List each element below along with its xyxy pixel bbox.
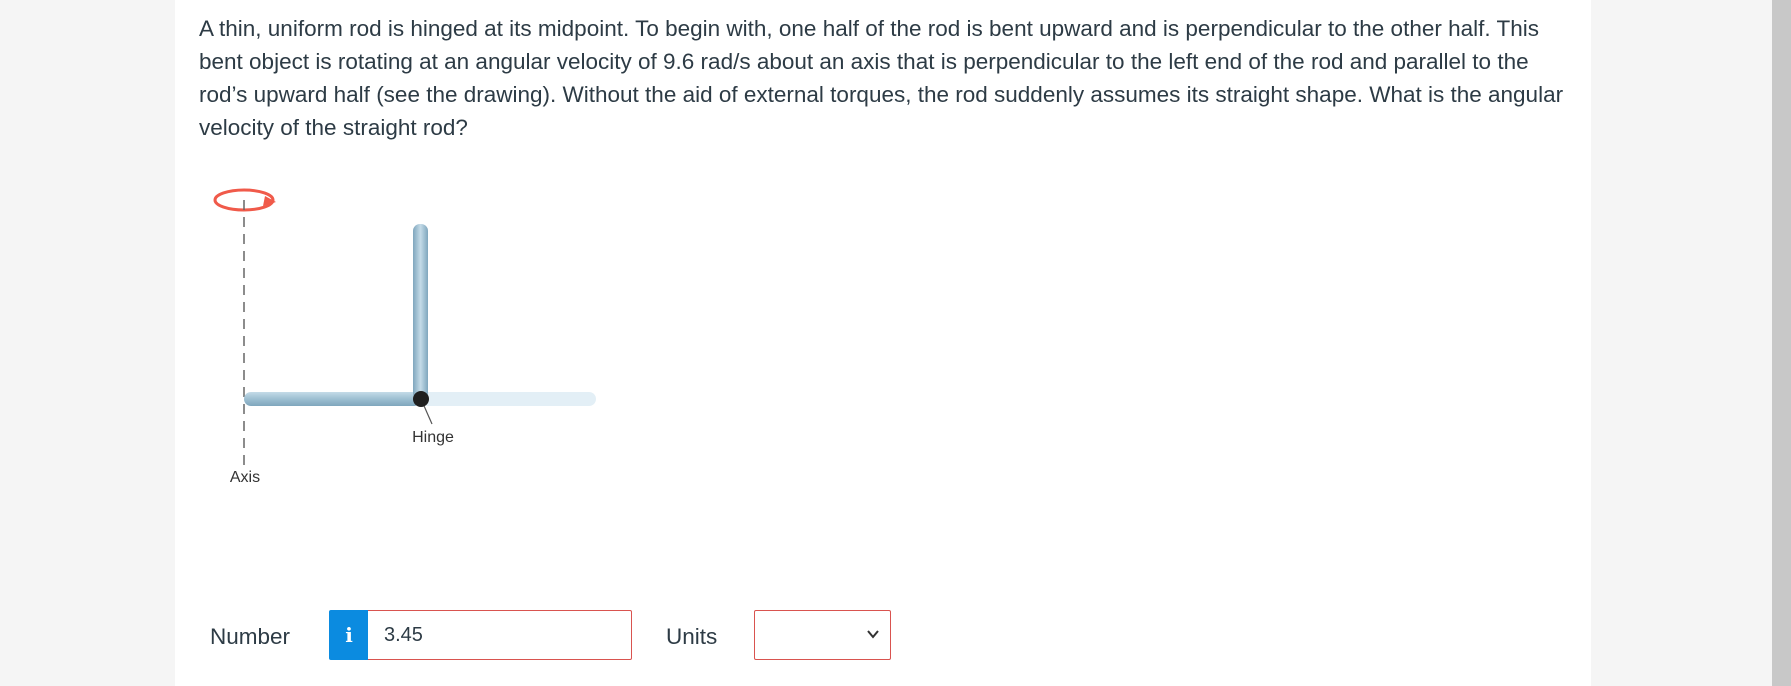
info-button[interactable]: i [329,610,369,660]
rotation-arrow-icon [213,188,276,212]
rod-upward-half [413,224,428,400]
number-input[interactable] [368,610,632,660]
hinge-label: Hinge [412,429,454,446]
rod-diagram-svg: Hinge Axis [213,188,596,486]
units-label: Units [666,624,718,649]
info-icon: i [345,623,353,647]
hinge-dot [413,391,429,407]
rod-diagram: Hinge Axis [199,170,619,510]
chevron-down-icon [867,630,879,639]
rod-horizontal-half [244,392,421,406]
question-text: A thin, uniform rod is hinged at its mid… [199,16,1564,140]
units-select[interactable] [754,610,891,660]
axis-label: Axis [230,469,260,486]
straight-rod-ghost [421,392,596,406]
vertical-scrollbar[interactable] [1772,0,1791,686]
answer-row: Number i Units [0,610,1000,660]
number-label: Number [210,624,291,649]
